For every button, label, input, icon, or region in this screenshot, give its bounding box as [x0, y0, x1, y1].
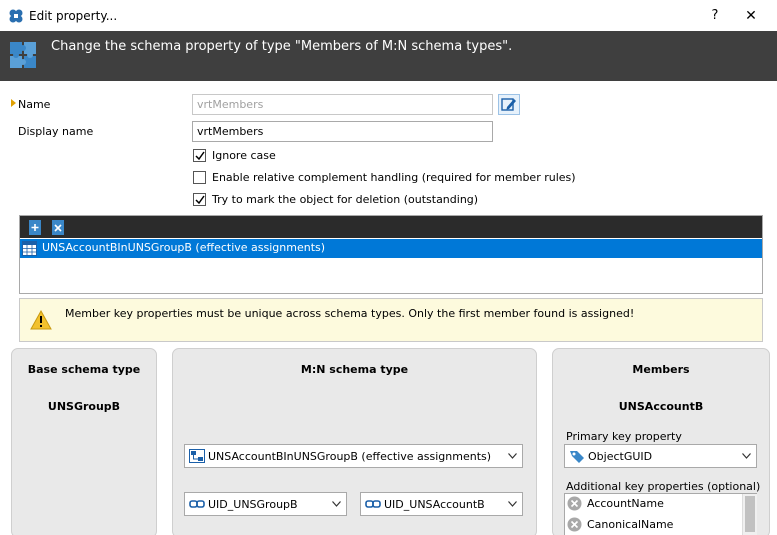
add-icon[interactable] [28, 219, 43, 236]
base-schema-value: UNSGroupB [47, 400, 121, 413]
title-bar: Edit property... ? ✕ [0, 0, 777, 31]
window-title: Edit property... [29, 9, 118, 23]
pencil-edit-icon [501, 98, 516, 111]
required-marker-icon [11, 99, 16, 107]
edit-name-button[interactable] [498, 94, 520, 115]
mn-schema-title: M:N schema type [300, 363, 409, 376]
banner-text: Change the schema property of type "Memb… [51, 39, 513, 54]
primary-key-label: Primary key property [566, 430, 682, 443]
table-icon [22, 241, 37, 256]
right-key-value: UID_UNSAccountB [384, 498, 485, 511]
checkmark-icon [195, 195, 205, 205]
list-item-label: UNSAccountBInUNSGroupB (effective assign… [42, 241, 326, 254]
close-button[interactable]: ✕ [740, 6, 762, 26]
display-name-field[interactable]: vrtMembers [192, 121, 493, 142]
link-icon [189, 500, 205, 508]
vertical-scrollbar[interactable] [742, 494, 757, 535]
list-item[interactable]: AccountName [565, 494, 740, 514]
left-key-select[interactable]: UID_UNSGroupB [184, 492, 347, 516]
left-key-value: UID_UNSGroupB [208, 498, 298, 511]
base-schema-card: Base schema type UNSGroupB [11, 348, 157, 535]
list-item[interactable]: UNSAccountBInUNSGroupB (effective assign… [20, 239, 762, 258]
display-name-label: Display name [18, 125, 94, 138]
schema-type-icon [189, 449, 205, 463]
list-item[interactable]: CanonicalName [565, 515, 740, 535]
remove-icon[interactable] [567, 517, 582, 532]
right-key-select[interactable]: UID_UNSAccountB [360, 492, 523, 516]
mark-deletion-label: Try to mark the object for deletion (out… [212, 193, 479, 206]
chevron-down-icon [332, 501, 341, 507]
key-tag-icon [570, 451, 584, 463]
chevron-down-icon [508, 453, 517, 459]
warning-text: Member key properties must be unique acr… [65, 307, 635, 320]
name-label: Name [18, 98, 51, 111]
relative-complement-label: Enable relative complement handling (req… [212, 171, 576, 184]
puzzle-icon [10, 42, 36, 68]
delete-icon[interactable] [51, 219, 66, 236]
additional-keys-label: Additional key properties (optional) [566, 480, 761, 493]
header-banner: Change the schema property of type "Memb… [0, 31, 777, 81]
mn-schema-value: UNSAccountBInUNSGroupB (effective assign… [208, 450, 492, 463]
members-title: Members [632, 363, 690, 376]
checkmark-icon [195, 151, 205, 161]
members-value: UNSAccountB [618, 400, 704, 413]
help-button[interactable]: ? [705, 6, 725, 26]
puzzle-app-icon [9, 9, 23, 23]
mark-deletion-checkbox[interactable] [193, 193, 206, 206]
member-types-list: UNSAccountBInUNSGroupB (effective assign… [19, 215, 763, 294]
chevron-down-icon [742, 453, 751, 459]
remove-icon[interactable] [567, 496, 582, 511]
mn-schema-select[interactable]: UNSAccountBInUNSGroupB (effective assign… [184, 444, 523, 468]
base-schema-title: Base schema type [27, 363, 141, 376]
additional-keys-list[interactable]: AccountName CanonicalName [564, 493, 757, 535]
key-item-label: AccountName [587, 497, 664, 510]
primary-key-value: ObjectGUID [588, 450, 653, 463]
link-icon [365, 500, 381, 508]
scrollbar-thumb[interactable] [745, 496, 755, 532]
relative-complement-checkbox[interactable] [193, 171, 206, 184]
primary-key-select[interactable]: ObjectGUID [564, 444, 757, 468]
warning-message: Member key properties must be unique acr… [19, 298, 763, 342]
chevron-down-icon [508, 501, 517, 507]
ignore-case-checkbox[interactable] [193, 149, 206, 162]
name-field[interactable]: vrtMembers [192, 94, 493, 115]
warning-icon [30, 310, 52, 330]
key-item-label: CanonicalName [587, 518, 674, 531]
ignore-case-label: Ignore case [212, 149, 276, 162]
list-toolbar [20, 216, 762, 238]
